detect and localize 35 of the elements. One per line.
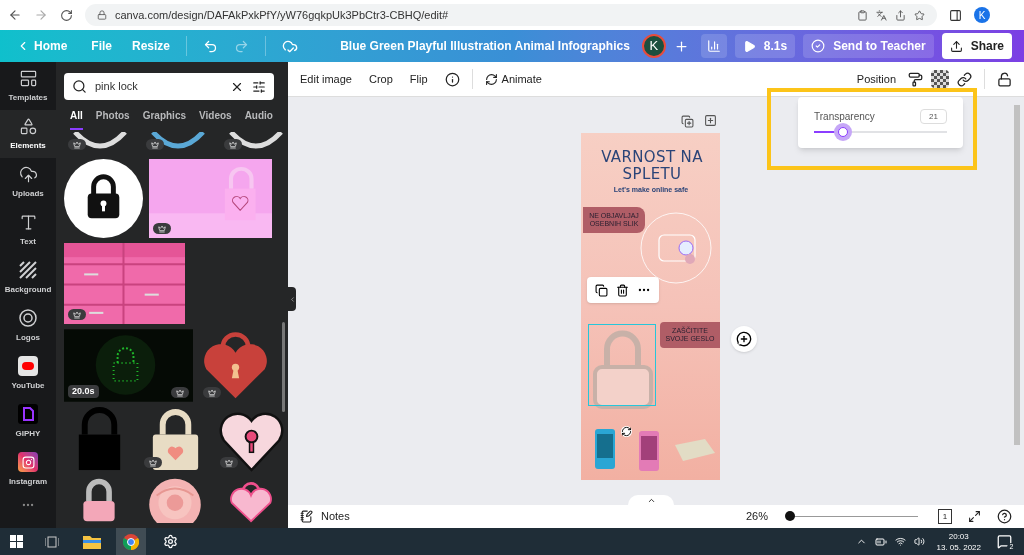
search-input[interactable]: pink lock [95,78,222,95]
toolbar-button[interactable]: Crop [369,70,393,88]
animate-button[interactable]: Animate [484,70,542,88]
search-field[interactable]: pink lock [64,73,274,100]
rail-tab[interactable]: Instagram [0,446,56,494]
transparency-label: Transparency [814,110,875,124]
send-to-teacher-button[interactable]: Send to Teacher [803,34,934,58]
zoom-percentage[interactable]: 26% [745,508,768,525]
rail-tab[interactable]: Logos [0,302,56,350]
profile-avatar[interactable]: K [974,7,990,23]
notes-button[interactable]: Notes [300,508,350,525]
rail-tab[interactable]: Templates [0,62,56,110]
panel-tab[interactable]: Photos [95,108,130,130]
toolbar-button[interactable]: Flip [409,70,428,88]
panel-tab[interactable]: Audio [244,108,273,130]
panel-tab[interactable]: Videos [199,108,232,130]
clock-time[interactable]: 20:03 [948,530,969,542]
url-text: canva.com/design/DAFAkPxkPfY/yW76gqkpUk3PbCtr3-CBHQ/edit# [115,7,450,23]
rail-tab[interactable]: Background [0,254,56,302]
panel-tab[interactable]: Graphics [142,108,187,130]
position-button[interactable]: Position [856,70,896,88]
page-count-button[interactable]: 1 [938,509,952,524]
rail-tab[interactable]: GIPHY [0,398,56,446]
user-avatar[interactable]: K [641,34,666,58]
rail-tab[interactable]: Uploads [0,158,56,206]
address-bar[interactable]: canva.com/design/DAFAkPxkPfY/yW76gqkpUk3PbCtr3-CBHQ/edit# [85,4,937,26]
panel-tab[interactable]: All [70,108,83,130]
rail-tab[interactable]: Elements [0,110,56,158]
share-button[interactable]: Share [941,33,1012,59]
rail-tab[interactable]: Text [0,206,56,254]
toolbar-button[interactable]: Edit image [300,70,352,88]
clock-date[interactable]: 13. 05. 2022 [936,541,981,553]
rail-tab[interactable]: YouTube [0,350,56,398]
design-title: VARNOST NA SPLETU [600,149,704,183]
transparency-value-field[interactable]: 21 [920,109,947,124]
